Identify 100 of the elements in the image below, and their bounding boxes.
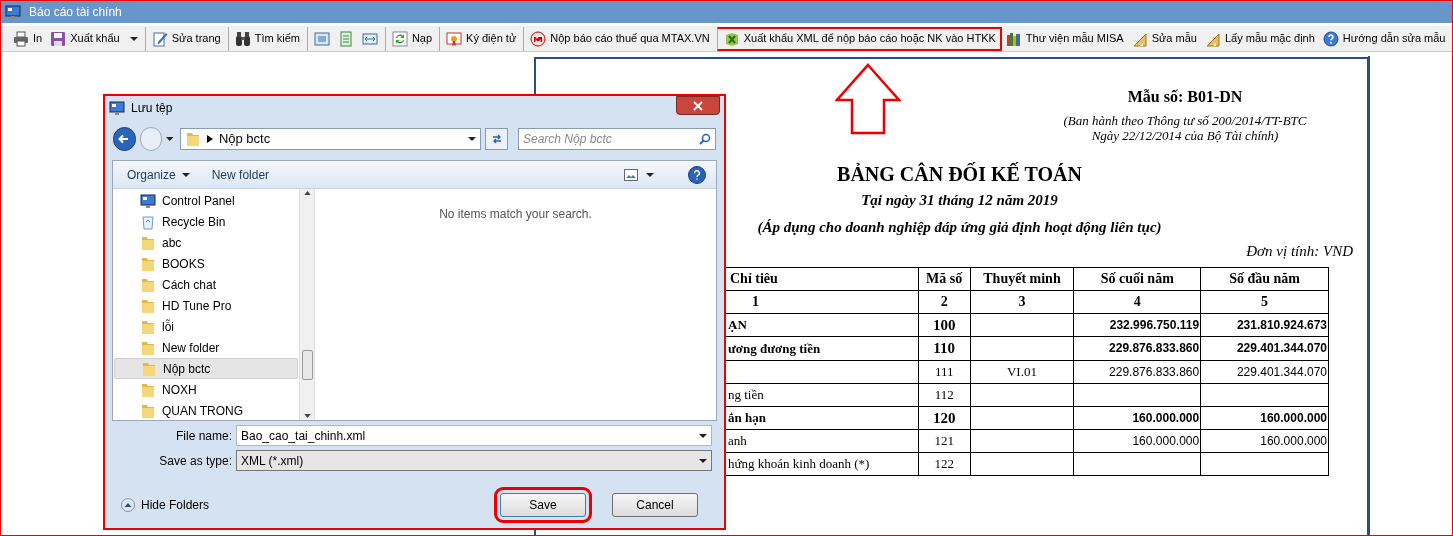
- toolbar-button[interactable]: Sửa mẫu: [1127, 26, 1201, 51]
- navigation-item[interactable]: New folder: [114, 337, 298, 358]
- table-cell: 231.810.924.673: [1200, 313, 1329, 337]
- column-header: Mã số: [918, 267, 971, 290]
- table-cell: 229.876.833.860: [1073, 336, 1201, 360]
- field-label: Save as type:: [158, 452, 232, 470]
- navigation-item[interactable]: lỗi: [114, 316, 298, 337]
- page-width-icon: [313, 30, 330, 47]
- toolbar-button[interactable]: Lấy mẫu mặc định: [1200, 26, 1319, 51]
- column-number: 2: [918, 290, 971, 313]
- dropdown-caret-icon: [181, 170, 190, 179]
- dialog-icon: [109, 100, 125, 116]
- table-cell: 111: [918, 360, 971, 383]
- table-cell: 229.876.833.860: [1073, 360, 1201, 383]
- unit-label: Đơn vị tính: VND: [1246, 242, 1353, 261]
- file-type-dropdown[interactable]: XML (*.xml): [236, 450, 712, 471]
- folder-icon: [140, 234, 156, 251]
- window-title: Báo cáo tài chính: [29, 4, 122, 21]
- toolbar-button[interactable]: Sửa trang: [144, 26, 225, 51]
- table-cell: 160.000.000: [1073, 429, 1201, 453]
- toolbar-button[interactable]: Xuất khẩu XML để nộp báo cáo hoặc NK vào HTKK: [716, 26, 1002, 51]
- form-number: Mẫu số: B01-DN: [1127, 87, 1243, 107]
- table-cell: 160.000.000: [1200, 406, 1329, 430]
- trash-bin-icon: [140, 213, 156, 230]
- navigation-item[interactable]: NOXH: [114, 379, 298, 400]
- breadcrumb-arrow-icon: [206, 135, 213, 143]
- command-button[interactable]: New folder: [207, 163, 274, 186]
- search-field[interactable]: Search Nộp bctc: [518, 128, 716, 150]
- file-name-field[interactable]: Bao_cao_tai_chinh.xml: [236, 425, 712, 446]
- dialog-button[interactable]: Cancel: [612, 493, 698, 517]
- toolbar-button[interactable]: Thư viện mẫu MISA: [1001, 26, 1128, 51]
- pencil-page-icon: [151, 30, 168, 47]
- command-button[interactable]: Organize: [123, 163, 194, 186]
- toolbar-button[interactable]: Hướng dẫn sửa mẫu: [1318, 26, 1450, 51]
- folder-icon: [141, 360, 157, 377]
- toolbar-button[interactable]: Tìm kiếm: [227, 26, 304, 51]
- folder-icon: [140, 339, 156, 356]
- annotation-arrow: [835, 63, 901, 135]
- navigation-item[interactable]: Cách chat: [114, 274, 298, 295]
- refresh-button[interactable]: [485, 128, 508, 150]
- breadcrumb-text: Nộp bctc: [218, 130, 271, 149]
- table-cell: 160.000.000: [1073, 406, 1201, 430]
- books-icon: [1005, 30, 1022, 47]
- fit-page-icon: [361, 30, 378, 47]
- table-cell: 121: [918, 429, 971, 453]
- navigation-item[interactable]: Nộp bctc: [114, 358, 298, 379]
- column-header: Số cuối năm: [1073, 267, 1201, 290]
- column-header: Số đầu năm: [1200, 267, 1329, 290]
- table-cell: 122: [918, 452, 971, 476]
- issued-by-text: Ngày 22/12/2014 của Bộ Tài chính): [1091, 128, 1279, 143]
- refresh-icon: [490, 133, 503, 145]
- left-arrow-icon: [118, 133, 131, 145]
- toolbar-button[interactable]: Ký điện tử: [439, 26, 521, 51]
- binoculars-icon: [234, 30, 251, 47]
- navigation-item[interactable]: QUAN TRONG: [114, 400, 298, 420]
- report-date: Tại ngày 31 tháng 12 năm 2019: [861, 191, 1058, 210]
- toolbar-button[interactable]: Xuất khẩu: [46, 26, 142, 51]
- column-number: 5: [1200, 290, 1329, 313]
- address-bar[interactable]: Nộp bctc: [179, 128, 482, 150]
- refresh-icon: [391, 30, 408, 47]
- table-cell: 100: [918, 313, 971, 337]
- folder-icon: [140, 276, 156, 293]
- collapse-up-icon: [121, 498, 135, 512]
- scrollbar[interactable]: [299, 189, 314, 420]
- hide-folders-button[interactable]: Hide Folders: [121, 496, 210, 514]
- table-cell: 229.401.344.070: [1200, 336, 1329, 360]
- printer-icon: [13, 30, 29, 47]
- column-number: 4: [1073, 290, 1201, 313]
- certificate-icon: [446, 30, 463, 47]
- navigation-item[interactable]: Control Panel: [114, 190, 298, 211]
- folder-icon: [140, 318, 156, 335]
- navigation-item[interactable]: abc: [114, 232, 298, 253]
- search-icon: [699, 133, 711, 145]
- close-button[interactable]: [676, 96, 720, 115]
- dropdown-caret-icon: [129, 34, 138, 43]
- history-caret-icon: [166, 135, 174, 143]
- folder-icon: [140, 255, 156, 272]
- table-cell: VI.01: [970, 360, 1074, 383]
- toolbar-button[interactable]: In: [9, 26, 47, 51]
- table-cell: 112: [918, 383, 971, 406]
- navigation-item[interactable]: Recycle Bin: [114, 211, 298, 232]
- monitor-icon: [140, 192, 156, 209]
- spreadsheet-x-icon: [723, 30, 740, 47]
- dialog-title: Lưu tệp: [131, 100, 173, 117]
- back-button[interactable]: [113, 127, 136, 151]
- column-number: 3: [970, 290, 1074, 313]
- folder-icon: [184, 131, 201, 147]
- close-icon: [693, 100, 703, 111]
- question-mark-icon: [693, 169, 701, 180]
- help-button[interactable]: [688, 165, 706, 184]
- navigation-item[interactable]: BOOKS: [114, 253, 298, 274]
- table-cell: 160.000.000: [1200, 429, 1329, 453]
- scroll-thumb[interactable]: [301, 349, 313, 380]
- toolbar-button[interactable]: Nạp: [384, 26, 437, 51]
- address-caret-icon: [468, 135, 477, 143]
- report-title: BẢNG CÂN ĐỐI KẾ TOÁN: [837, 161, 1082, 187]
- navigation-item[interactable]: HD Tune Pro: [114, 295, 298, 316]
- field-label: File name:: [174, 427, 232, 445]
- toolbar-button[interactable]: Nộp báo cáo thuế qua MTAX.VN: [523, 26, 714, 51]
- folder-icon: [140, 381, 156, 398]
